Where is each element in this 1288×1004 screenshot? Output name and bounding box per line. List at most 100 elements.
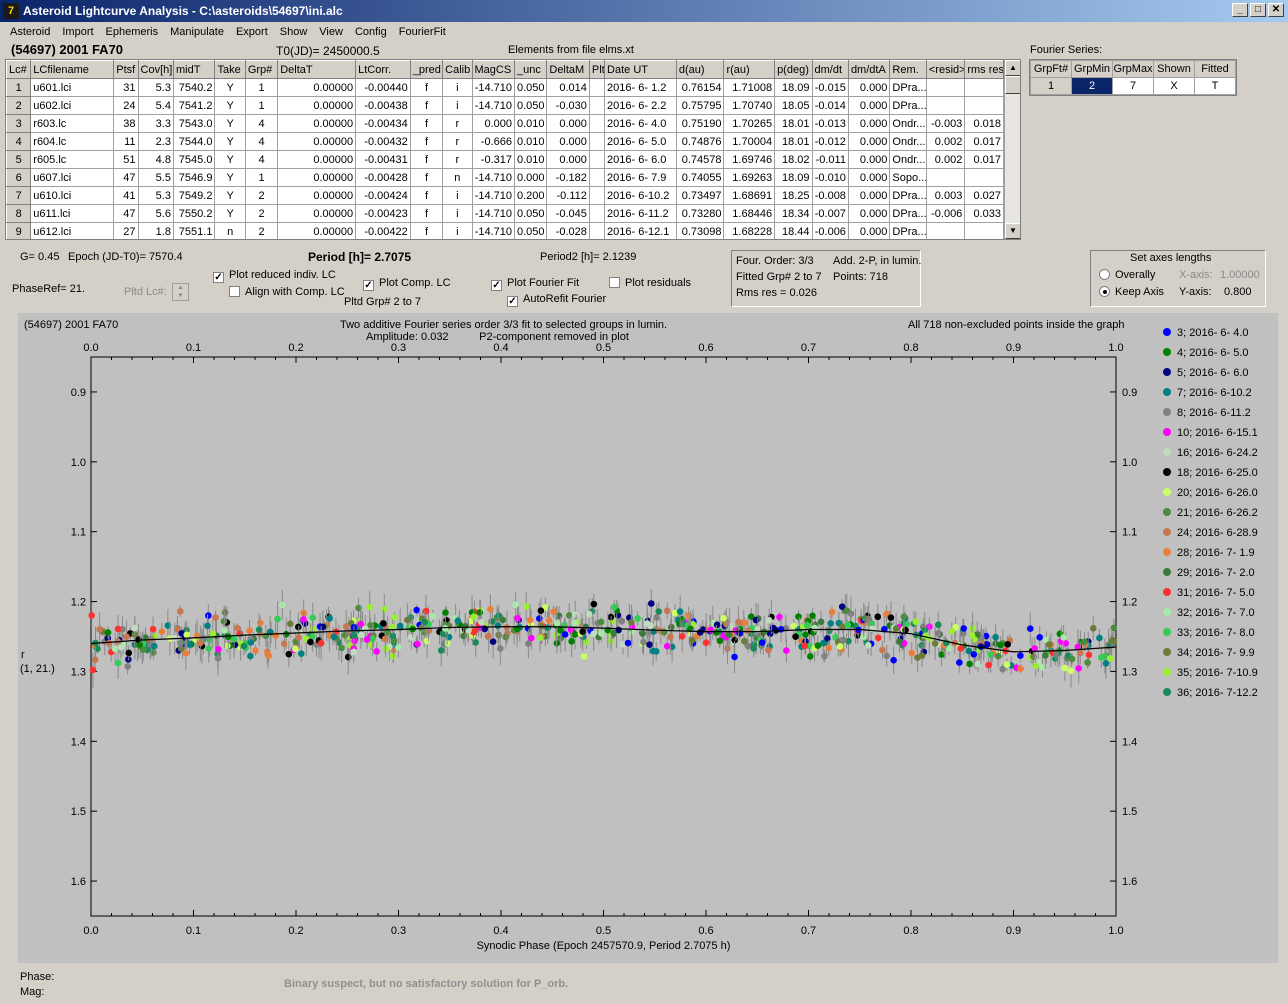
period-value[interactable]: Period [h]= 2.7075 — [308, 250, 411, 264]
grid-cell[interactable]: Y — [214, 78, 246, 97]
grid-cell[interactable]: f — [409, 132, 444, 151]
grid-cell[interactable]: f — [409, 114, 444, 133]
grid-cell[interactable]: -0.00438 — [355, 96, 411, 115]
grid-cell[interactable]: 3.3 — [137, 114, 174, 133]
grid-cell[interactable]: 0.000 — [546, 132, 590, 151]
grid-cell[interactable]: -0.007 — [811, 204, 849, 223]
grid-cell[interactable]: n — [214, 222, 246, 239]
grid-cell[interactable]: 0.000 — [847, 204, 891, 223]
grid-cell[interactable]: 0.74876 — [675, 132, 725, 151]
grid-cell[interactable]: -0.011 — [811, 150, 849, 169]
scroll-up-icon[interactable]: ▲ — [1005, 60, 1020, 76]
scroll-thumb[interactable] — [1005, 76, 1020, 94]
grid-cell[interactable]: Y — [214, 168, 246, 187]
grid-cell[interactable]: -14.710 — [471, 222, 515, 239]
grid-cell[interactable]: -0.00434 — [355, 114, 411, 133]
grid-cell[interactable]: Ondr... — [889, 114, 927, 133]
grid-cell[interactable]: -0.182 — [546, 168, 590, 187]
keep-axis-radio[interactable]: Keep Axis — [1099, 286, 1164, 298]
table-row[interactable]: 3 r603.lc 38 3.3 7543.0 Y 4 0.00000 -0.00434 f r 0.… — [6, 114, 1004, 133]
grid-cell[interactable]: 41 — [113, 186, 139, 205]
grid-cell[interactable]: 0.000 — [847, 132, 891, 151]
grid-cell[interactable]: 18.25 — [774, 186, 813, 205]
grid-cell[interactable]: 0.000 — [847, 78, 891, 97]
grid-cell[interactable]: 0.018 — [964, 114, 1004, 133]
grid-cell[interactable]: 1 — [244, 96, 279, 115]
grid-cell[interactable]: 0.014 — [546, 78, 590, 97]
grid-cell[interactable]: Y — [214, 96, 246, 115]
menu-fourierfit[interactable]: FourierFit — [393, 26, 452, 38]
grid-cell[interactable]: 4 — [244, 150, 279, 169]
grid-cell[interactable]: f — [409, 222, 444, 239]
grid-cell[interactable]: 2 — [244, 186, 279, 205]
fs-cell-shown[interactable]: X — [1153, 77, 1195, 95]
grid-cell[interactable]: 0.002 — [925, 150, 966, 169]
minimize-button[interactable]: _ — [1232, 3, 1248, 17]
grid-cell[interactable]: u602.lci — [30, 96, 115, 115]
grid-cell[interactable]: 0.74055 — [675, 168, 725, 187]
grid-cell[interactable]: 4 — [244, 132, 279, 151]
grid-col-header[interactable]: d(au) — [675, 60, 725, 79]
table-row[interactable]: 6 u607.lci 47 5.5 7546.9 Y 1 0.00000 -0.00428 f n -… — [6, 168, 1004, 187]
grid-col-header[interactable]: _pred — [409, 60, 444, 79]
pltd-lc-spinner[interactable]: ▲ ▼ — [172, 283, 189, 301]
grid-cell[interactable]: 0.000 — [847, 168, 891, 187]
grid-cell[interactable]: 1 — [244, 78, 279, 97]
grid-col-header[interactable]: LCfilename — [30, 60, 115, 79]
grid-col-header[interactable]: Calib — [442, 60, 473, 79]
grid-cell[interactable] — [925, 222, 966, 239]
scroll-down-icon[interactable]: ▼ — [1005, 223, 1020, 239]
grid-cell[interactable]: -0.666 — [471, 132, 515, 151]
grid-col-header[interactable]: Rem. — [889, 60, 927, 79]
grid-cell[interactable]: 0.000 — [847, 186, 891, 205]
grid-cell[interactable]: -0.317 — [471, 150, 515, 169]
grid-cell[interactable]: f — [409, 168, 444, 187]
grid-cell[interactable]: f — [409, 150, 444, 169]
grid-cell[interactable]: 18.02 — [774, 150, 813, 169]
row-header[interactable]: 4 — [6, 132, 32, 151]
grid-cell[interactable]: 18.09 — [774, 168, 813, 187]
plot-residuals-checkbox[interactable]: Plot residuals — [609, 277, 691, 289]
grid-cell[interactable]: 0.00000 — [277, 204, 357, 223]
grid-col-header[interactable]: <resid> — [925, 60, 966, 79]
row-header[interactable]: 5 — [6, 150, 32, 169]
grid-cell[interactable]: -0.00424 — [355, 186, 411, 205]
grid-cell[interactable]: r — [442, 132, 473, 151]
lightcurve-grid[interactable]: Lc# LCfilename Ptsf Cov[h] midT Take Grp# Delta… — [5, 59, 1021, 240]
grid-cell[interactable]: 47 — [113, 168, 139, 187]
grid-cell[interactable]: 1.70265 — [723, 114, 776, 133]
grid-cell[interactable]: 0.027 — [964, 186, 1004, 205]
grid-cell[interactable]: 2.3 — [137, 132, 174, 151]
grid-cell[interactable]: r603.lc — [30, 114, 115, 133]
grid-cell[interactable]: 0.00000 — [277, 132, 357, 151]
grid-cell[interactable]: -0.00423 — [355, 204, 411, 223]
grid-cell[interactable]: Y — [214, 132, 246, 151]
grid-col-header[interactable]: _unc — [513, 60, 548, 79]
grid-cell[interactable]: 1.8 — [137, 222, 174, 239]
grid-cell[interactable]: 24 — [113, 96, 139, 115]
grid-cell[interactable]: r — [442, 150, 473, 169]
overally-radio[interactable]: Overally — [1099, 269, 1155, 281]
grid-cell[interactable]: 5.3 — [137, 186, 174, 205]
grid-cell[interactable]: Ondr... — [889, 150, 927, 169]
fs-cell-grpft[interactable]: 1 — [1030, 77, 1072, 95]
grid-cell[interactable]: 7543.0 — [172, 114, 216, 133]
grid-cell[interactable]: -0.006 — [925, 204, 966, 223]
grid-cell[interactable]: 2 — [244, 222, 279, 239]
grid-col-header[interactable]: p(deg) — [774, 60, 813, 79]
grid-cell[interactable]: 2016- 6- 6.0 — [604, 150, 677, 169]
grid-cell[interactable]: Y — [214, 114, 246, 133]
grid-cell[interactable] — [588, 222, 606, 239]
grid-cell[interactable]: 1.69263 — [723, 168, 776, 187]
grid-col-header[interactable]: Take — [214, 60, 246, 79]
grid-cell[interactable]: 0.033 — [964, 204, 1004, 223]
table-row[interactable]: 2 u602.lci 24 5.4 7541.2 Y 1 0.00000 -0.00438 f i -… — [6, 96, 1004, 115]
grid-cell[interactable]: -14.710 — [471, 186, 515, 205]
grid-cell[interactable] — [588, 114, 606, 133]
grid-cell[interactable]: DPra... — [889, 96, 927, 115]
grid-cell[interactable]: r604.lc — [30, 132, 115, 151]
table-row[interactable]: 4 r604.lc 11 2.3 7544.0 Y 4 0.00000 -0.00432 f r -0… — [6, 132, 1004, 151]
grid-col-header[interactable]: Grp# — [244, 60, 279, 79]
grid-cell[interactable]: DPra... — [889, 204, 927, 223]
grid-cell[interactable]: 31 — [113, 78, 139, 97]
